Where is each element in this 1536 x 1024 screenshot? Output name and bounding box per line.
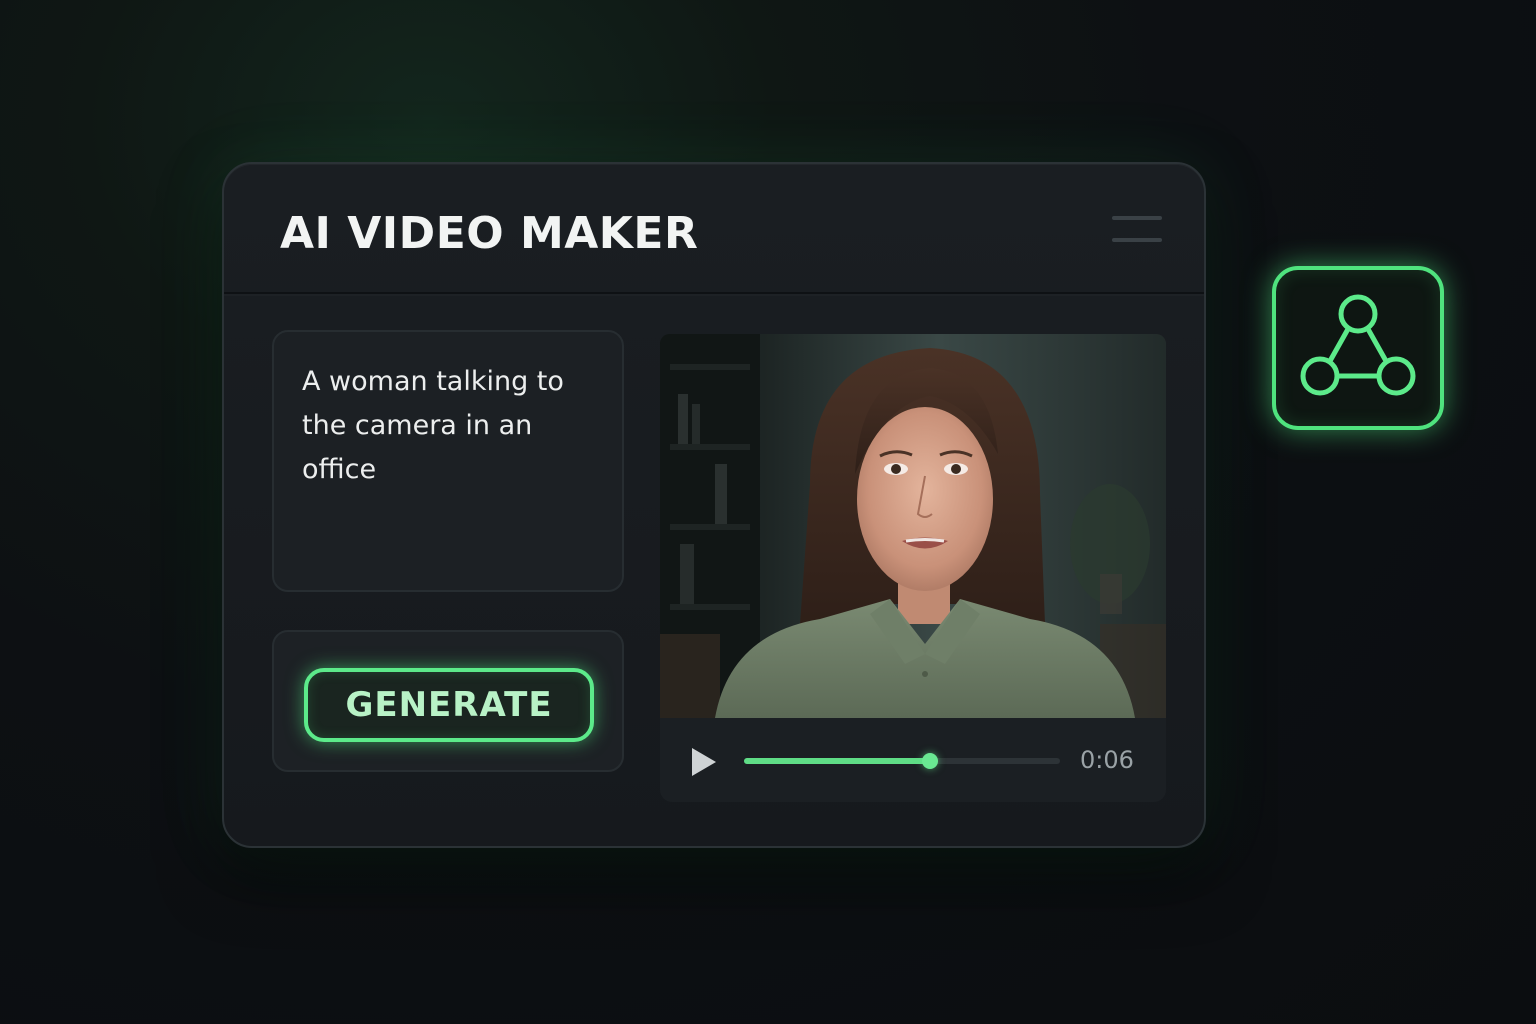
play-icon[interactable] xyxy=(690,746,718,778)
app-window: AI VIDEO MAKER A woman talking to the ca… xyxy=(222,162,1206,848)
network-share-icon-graphic xyxy=(1300,294,1416,396)
progress-handle[interactable] xyxy=(922,753,939,769)
progress-bar[interactable] xyxy=(744,753,1060,769)
network-share-icon[interactable] xyxy=(1272,266,1444,430)
hamburger-menu-icon[interactable] xyxy=(1112,216,1162,246)
prompt-input[interactable]: A woman talking to the camera in an offi… xyxy=(272,330,624,592)
video-preview[interactable] xyxy=(660,334,1166,718)
video-frame-image xyxy=(660,334,1166,718)
video-controls: 0:06 xyxy=(660,718,1166,802)
generate-panel: GENERATE xyxy=(272,630,624,772)
window-header: AI VIDEO MAKER xyxy=(224,164,1204,294)
generate-button[interactable]: GENERATE xyxy=(304,668,594,742)
progress-fill xyxy=(744,758,931,764)
prompt-text[interactable]: A woman talking to the camera in an offi… xyxy=(302,360,612,492)
app-title: AI VIDEO MAKER xyxy=(280,208,699,259)
time-readout: 0:06 xyxy=(1080,746,1134,774)
